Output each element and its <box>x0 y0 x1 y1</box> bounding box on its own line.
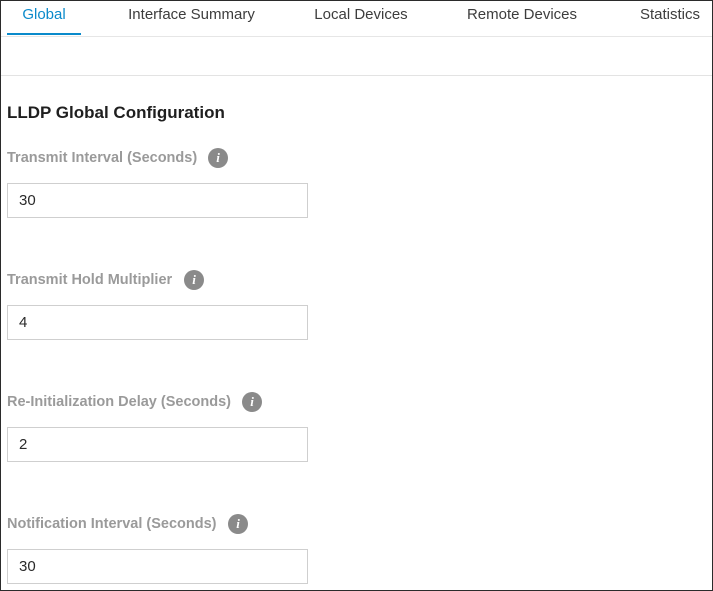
tab-local-devices[interactable]: Local Devices <box>307 1 415 35</box>
info-icon[interactable]: i <box>228 514 248 534</box>
tab-global[interactable]: Global <box>7 1 81 35</box>
reinitialization-delay-label: Re-Initialization Delay (Seconds) <box>7 394 231 410</box>
info-icon[interactable]: i <box>208 148 228 168</box>
section-divider <box>1 75 712 76</box>
transmit-hold-multiplier-input[interactable] <box>7 305 308 340</box>
tab-remote-devices[interactable]: Remote Devices <box>459 1 585 35</box>
section-title: LLDP Global Configuration <box>7 103 225 122</box>
transmit-hold-multiplier-label: Transmit Hold Multiplier <box>7 272 173 288</box>
notification-interval-input[interactable] <box>7 549 308 584</box>
transmit-interval-label: Transmit Interval (Seconds) <box>7 150 198 166</box>
transmit-interval-input[interactable] <box>7 183 308 218</box>
reinitialization-delay-input[interactable] <box>7 427 308 462</box>
notification-interval-label: Notification Interval (Seconds) <box>7 516 217 532</box>
lldp-settings-panel: Global Interface Summary Local Devices R… <box>0 0 713 591</box>
info-icon[interactable]: i <box>184 270 204 290</box>
info-icon[interactable]: i <box>242 392 262 412</box>
tab-bar: Global Interface Summary Local Devices R… <box>1 1 712 37</box>
tab-interface-summary[interactable]: Interface Summary <box>119 1 264 35</box>
tab-statistics[interactable]: Statistics <box>629 1 711 35</box>
